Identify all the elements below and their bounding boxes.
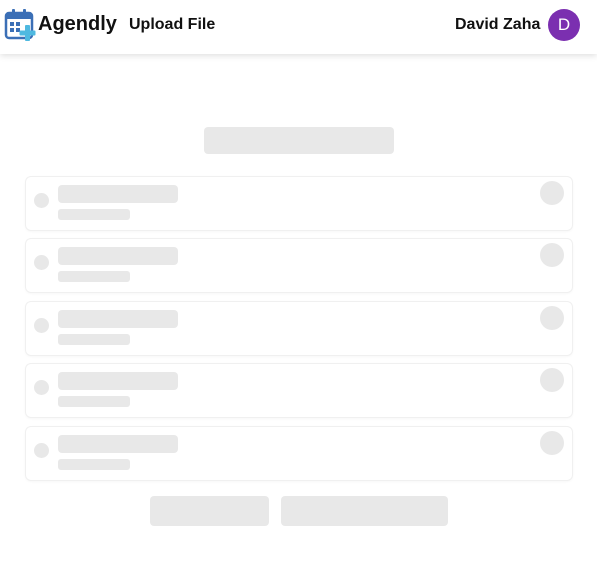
list-item-skeleton [25,238,573,293]
button-skeleton [150,496,269,526]
calendar-plus-icon[interactable] [4,8,37,42]
list-item-skeleton [25,301,573,356]
app-header: Agendly Upload File David Zaha D [0,0,597,54]
skeleton-dot [34,255,49,270]
upload-file-link[interactable]: Upload File [129,16,215,34]
skeleton-line [58,185,178,203]
list-item-skeleton [25,363,573,418]
skeleton-dot [34,193,49,208]
skeleton-circle [540,368,564,392]
list-item-skeleton [25,426,573,481]
brand-name[interactable]: Agendly [38,13,117,36]
list-item-skeleton [25,176,573,231]
user-name: David Zaha [455,16,541,33]
title-skeleton [204,127,394,154]
skeleton-line [58,209,130,220]
skeleton-line [58,310,178,328]
skeleton-line [58,459,130,470]
skeleton-line [58,372,178,390]
skeleton-circle [540,306,564,330]
skeleton-circle [540,243,564,267]
skeleton-line [58,271,130,282]
skeleton-line [58,396,130,407]
skeleton-circle [540,431,564,455]
skeleton-line [58,247,178,265]
skeleton-dot [34,443,49,458]
skeleton-line [58,334,130,345]
skeleton-dot [34,318,49,333]
skeleton-circle [540,181,564,205]
skeleton-dot [34,380,49,395]
skeleton-line [58,435,178,453]
avatar[interactable]: D [548,9,580,41]
button-skeleton [281,496,448,526]
